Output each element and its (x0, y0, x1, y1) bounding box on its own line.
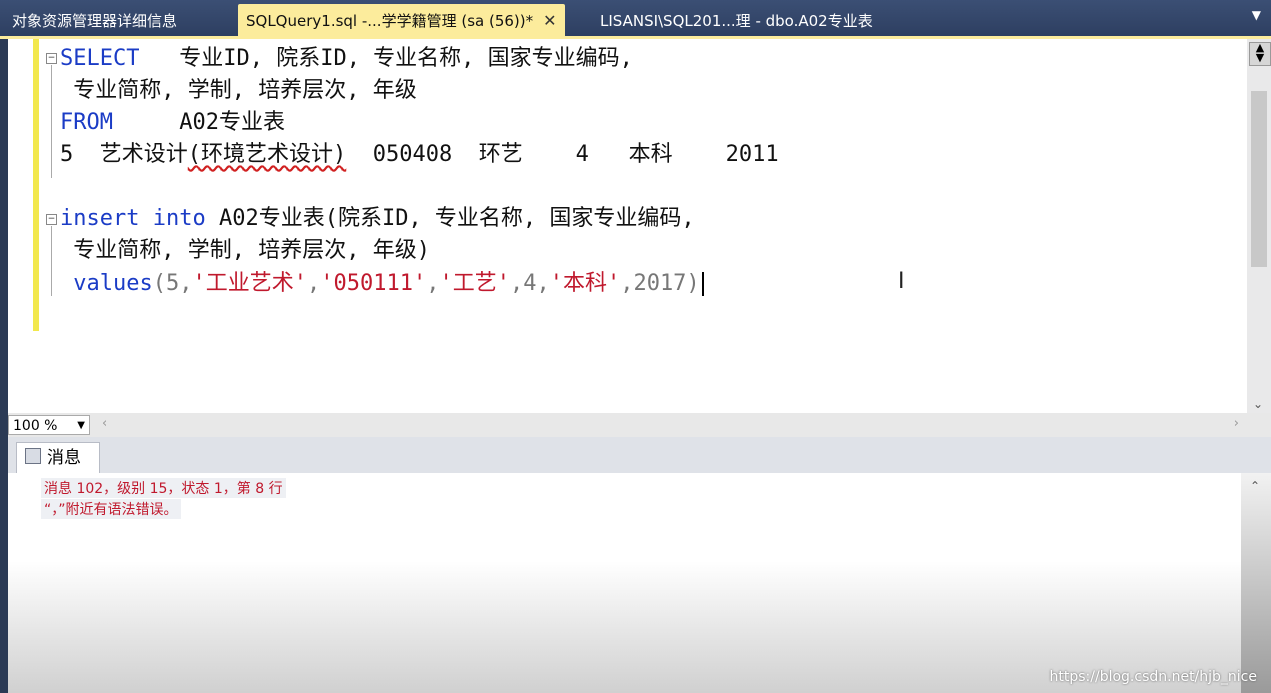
watermark: https://blog.csdn.net/hjb_nice (1049, 669, 1257, 685)
changed-lines-indicator (33, 39, 39, 331)
editor-vertical-scrollbar[interactable]: ▲ ▼ ⌄ (1247, 39, 1271, 413)
collapse-icon[interactable]: − (46, 214, 57, 225)
code-line-8: values(5,'工业艺术','050111','工艺',4,'本科',201… (60, 268, 704, 300)
chevron-right-icon[interactable]: › (1234, 416, 1239, 431)
code-text: ,2017) (620, 271, 700, 296)
string-literal: '工艺' (439, 271, 510, 296)
tab-object-explorer-details[interactable]: 对象资源管理器详细信息 (12, 4, 177, 38)
editor-horizontal-bar: 100 % ▼ ‹ › (8, 413, 1271, 437)
code-text: A02专业表 (112, 110, 285, 135)
tab-label: SQLQuery1.sql -...学学籍管理 (sa (56))* (246, 12, 534, 30)
chevron-left-icon[interactable]: ‹ (102, 416, 107, 431)
code-line-4: 5 艺术设计(环境艺术设计) 050408 环艺 4 本科 2011 (60, 139, 779, 171)
keyword: into (152, 206, 206, 231)
code-text: , (426, 271, 440, 296)
code-text: 050408 环艺 4 本科 2011 (346, 142, 779, 167)
fold-guide (51, 65, 52, 178)
code-line-6: insert into A02专业表(院系ID, 专业名称, 国家专业编码, (60, 203, 695, 235)
keyword: insert (60, 206, 140, 231)
chevron-up-icon[interactable]: ⌃ (1250, 479, 1260, 493)
text-caret (701, 272, 704, 296)
keyword: SELECT (60, 46, 140, 71)
chevron-down-icon[interactable]: ▼ (77, 416, 85, 436)
string-literal: '050111' (320, 271, 427, 296)
syntax-error-text: (环境艺术设计) (187, 142, 347, 167)
fold-guide (51, 226, 52, 296)
code-line-7: 专业简称, 学制, 培养层次, 年级) (60, 235, 430, 267)
code-text: A02专业表(院系ID, 专业名称, 国家专业编码, (205, 206, 695, 231)
close-icon[interactable]: ✕ (543, 4, 556, 38)
code-text: 专业简称, 学制, 培养层次, 年级 (60, 78, 417, 103)
error-message: 消息 102，级别 15，状态 1，第 8 行 (41, 478, 286, 498)
tab-label: 消息 (47, 448, 81, 468)
string-literal: '工业艺术' (192, 271, 307, 296)
code-text: 专业简称, 学制, 培养层次, 年级) (60, 238, 430, 263)
messages-icon (25, 448, 41, 464)
scroll-thumb[interactable] (1251, 91, 1267, 267)
tab-sql-query[interactable]: SQLQuery1.sql -...学学籍管理 (sa (56))* ✕ (238, 4, 565, 38)
results-tab-bar: 消息 (8, 437, 1271, 473)
split-handle-icon[interactable]: ▲ ▼ (1249, 42, 1271, 66)
code-text: (5, (152, 271, 193, 296)
chevron-down-icon[interactable]: ⌄ (1253, 397, 1263, 411)
messages-vertical-scrollbar[interactable]: ⌃ (1241, 473, 1271, 693)
query-editor[interactable]: − − SELECT 专业ID, 院系ID, 专业名称, 国家专业编码, 专业简… (8, 39, 1271, 413)
code-text: 专业ID, 院系ID, 专业名称, 国家专业编码, (139, 46, 633, 71)
tab-list-dropdown-icon[interactable]: ▼ (1252, 8, 1261, 22)
keyword: values (73, 271, 153, 296)
tab-table-design[interactable]: LISANSI\SQL201...理 - dbo.A02专业表 (600, 4, 873, 38)
string-literal: '本科' (549, 271, 621, 296)
code-line-2: 专业简称, 学制, 培养层次, 年级 (60, 75, 417, 107)
messages-pane: 消息 102，级别 15，状态 1，第 8 行 “，”附近有语法错误。 ⌃ ht… (8, 473, 1271, 693)
collapse-icon[interactable]: − (46, 53, 57, 64)
code-text: 5 艺术设计 (60, 142, 188, 167)
document-tab-strip: 对象资源管理器详细信息 SQLQuery1.sql -...学学籍管理 (sa … (0, 0, 1271, 38)
error-message: “，”附近有语法错误。 (41, 499, 181, 519)
code-line-3: FROM A02专业表 (60, 107, 285, 139)
tab-messages[interactable]: 消息 (16, 442, 100, 473)
text-cursor-icon: I (898, 269, 905, 294)
tab-label: 对象资源管理器详细信息 (12, 12, 178, 30)
tab-label: LISANSI\SQL201...理 - dbo.A02专业表 (600, 12, 873, 30)
zoom-value: 100 % (13, 418, 58, 434)
code-text: , (306, 271, 321, 296)
code-text: ,4, (509, 271, 550, 296)
code-line-1: SELECT 专业ID, 院系ID, 专业名称, 国家专业编码, (60, 43, 633, 75)
zoom-select[interactable]: 100 % ▼ (8, 415, 90, 435)
keyword: FROM (60, 110, 113, 135)
